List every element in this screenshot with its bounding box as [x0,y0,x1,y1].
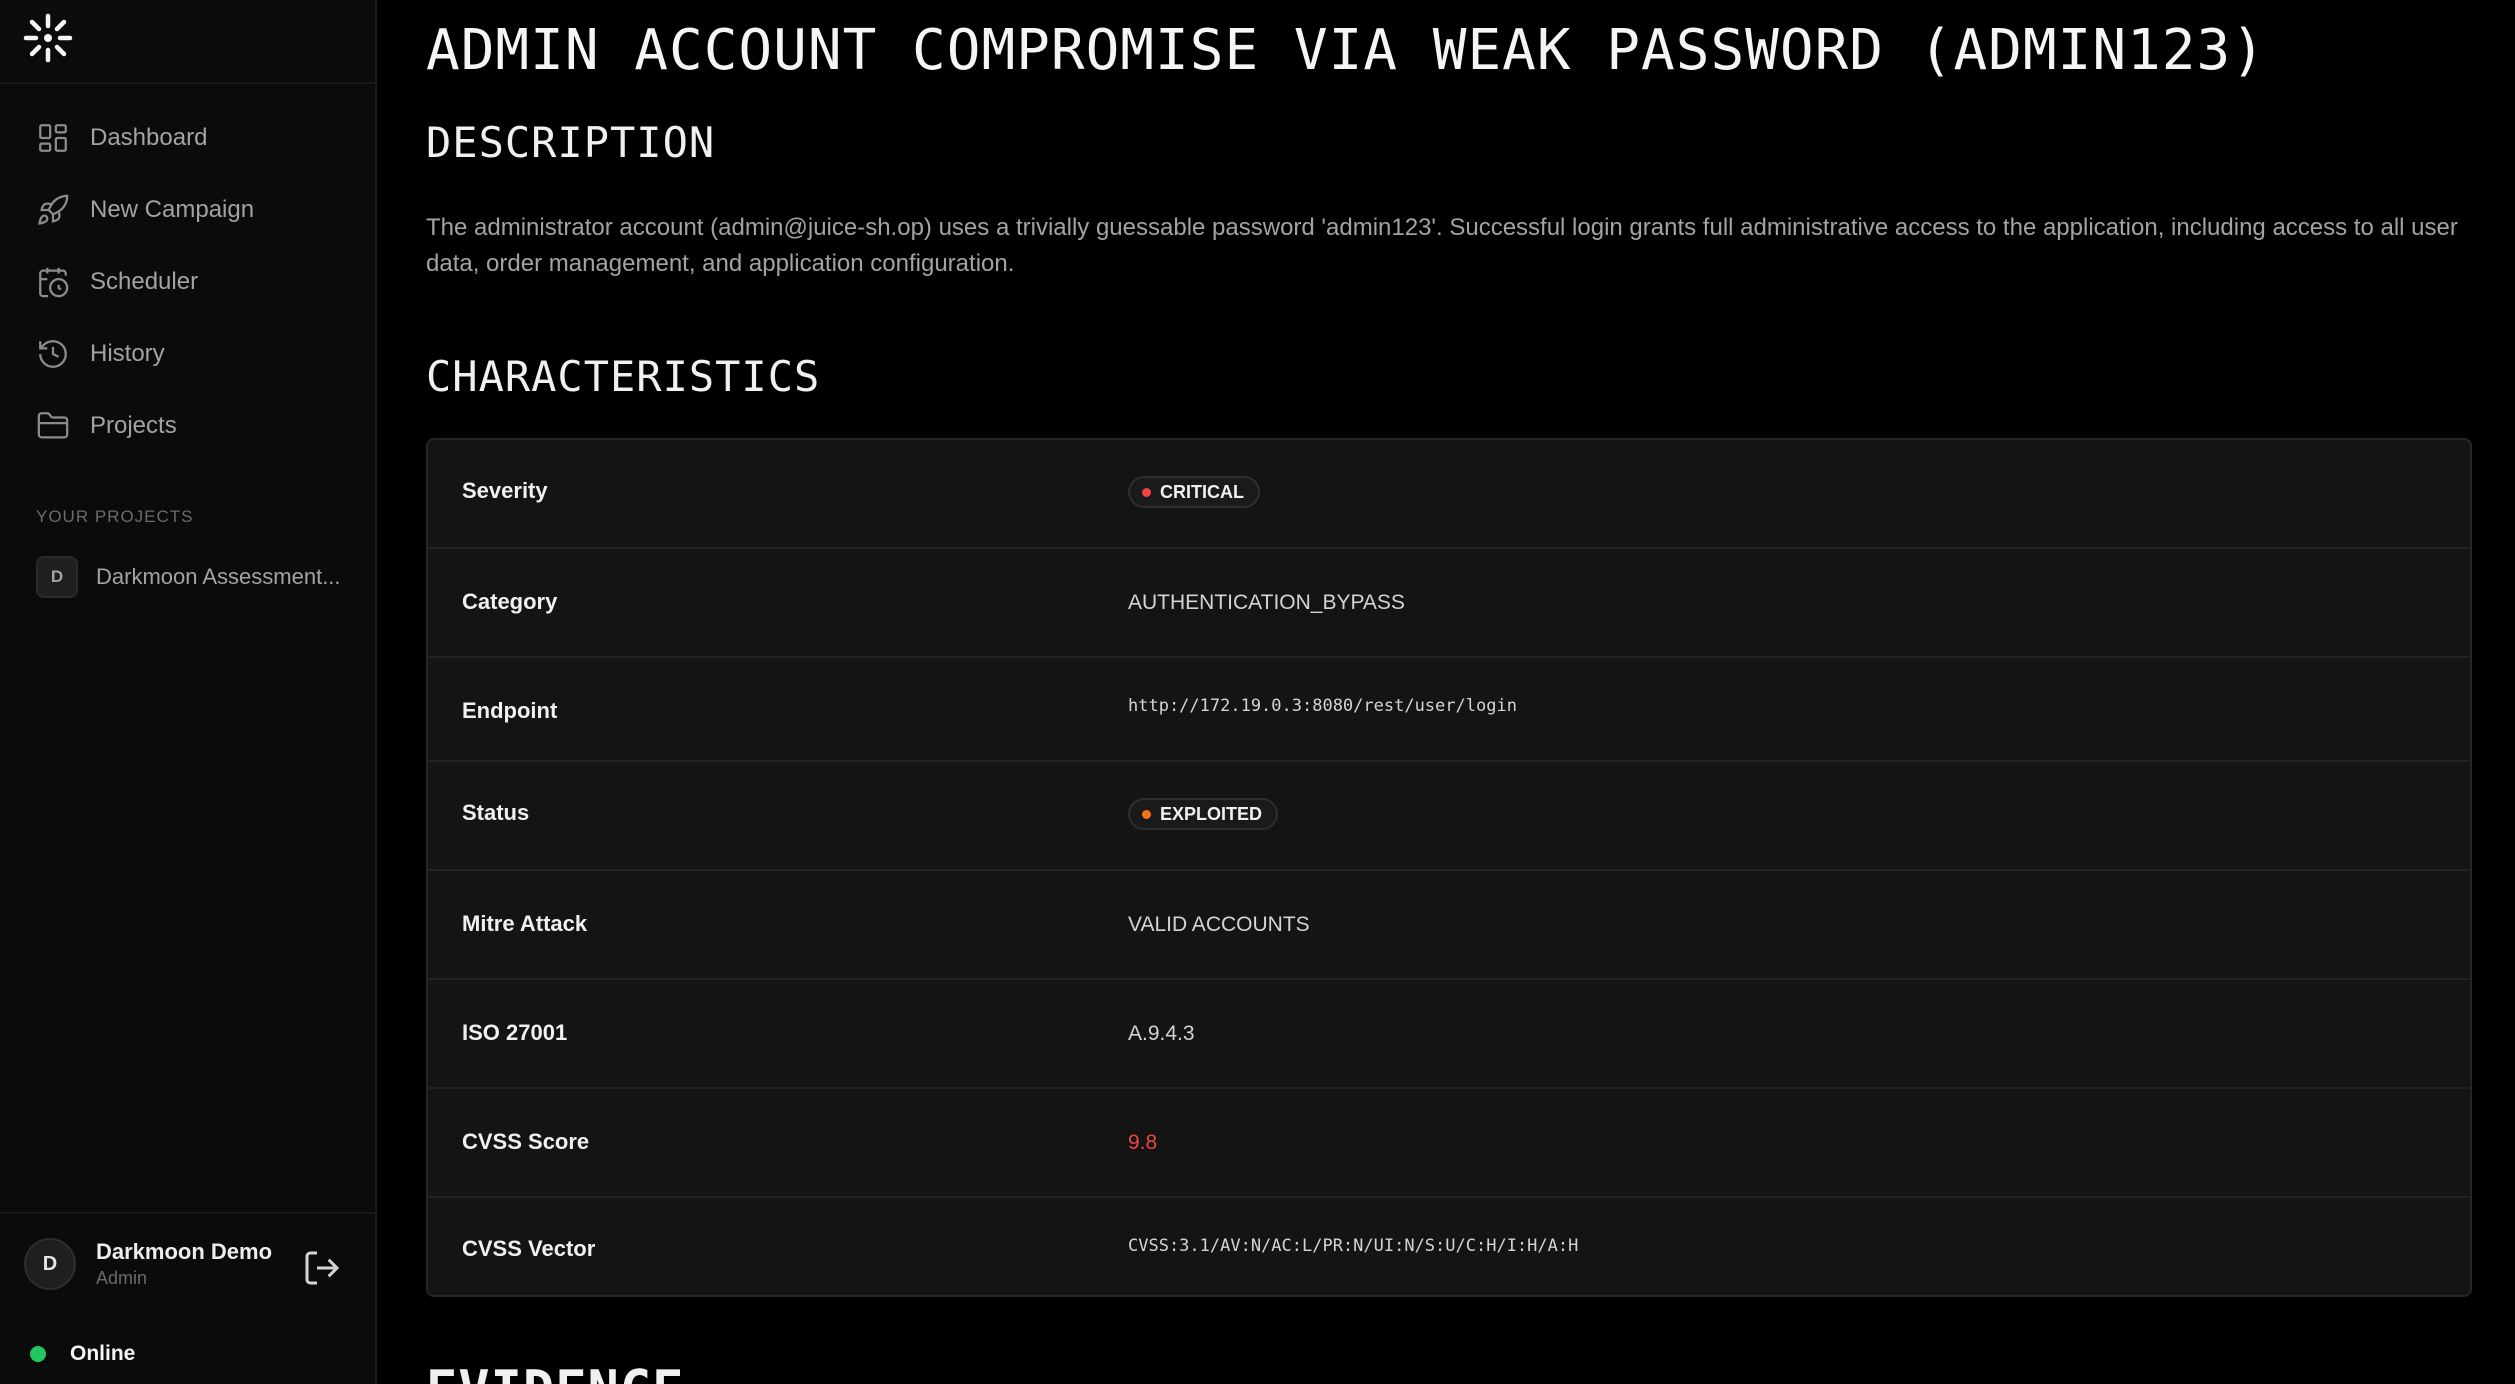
avatar: D [24,1238,76,1290]
status-dot-icon [30,1346,46,1362]
table-row-category: Category AUTHENTICATION_BYPASS [428,549,2470,658]
status-dot-icon [1142,809,1151,819]
row-label: Mitre Attack [462,911,588,936]
divider [0,1212,375,1214]
main-content[interactable]: ADMIN ACCOUNT COMPROMISE VIA WEAK PASSWO… [377,0,2515,1384]
nav-item-label: Scheduler [90,268,199,295]
table-row-endpoint: Endpoint http://172.19.0.3:8080/rest/use… [428,658,2470,762]
divider [0,82,375,84]
nav-item-projects[interactable]: Projects [0,398,375,454]
badge-label: EXPLOITED [1160,803,1263,824]
calendar-clock-icon [36,265,70,299]
project-name: Darkmoon Assessment... [96,564,341,589]
app-window: Dashboard New Campaign Scheduler History [0,0,2515,1384]
category-value: AUTHENTICATION_BYPASS [1128,591,1405,614]
project-item-darkmoon[interactable]: D Darkmoon Assessment... [36,556,341,598]
history-icon [36,337,70,371]
status-badge: EXPLOITED [1128,798,1279,830]
row-label: CVSS Vector [462,1236,596,1261]
description-text: The administrator account (admin@juice-s… [426,214,2458,277]
endpoint-value: http://172.19.0.3:8080/rest/user/login [1128,696,1517,716]
table-row-status: Status EXPLOITED [428,762,2470,871]
status-badge: CRITICAL [1128,476,1260,508]
cvss-vector-value: CVSS:3.1/AV:N/AC:L/PR:N/UI:N/S:U/C:H/I:H… [1128,1236,1579,1256]
user-profile[interactable]: D Darkmoon Demo Admin [24,1238,272,1290]
table-row-cvss-score: CVSS Score 9.8 [428,1089,2470,1198]
folder-icon [36,409,70,443]
nav-item-dashboard[interactable]: Dashboard [0,110,375,166]
badge-label: CRITICAL [1160,481,1244,502]
evidence-heading: EVIDENCE [426,1360,684,1384]
severity-badge: CRITICAL [1128,476,1260,508]
logo-icon[interactable] [22,12,74,64]
user-role: Admin [96,1268,148,1288]
nav-item-new-campaign[interactable]: New Campaign [0,182,375,238]
table-row-mitre: Mitre Attack VALID ACCOUNTS [428,871,2470,980]
sidebar-nav: Dashboard New Campaign Scheduler History [0,110,375,470]
iso-value: A.9.4.3 [1128,1022,1195,1045]
nav-item-label: New Campaign [90,196,255,223]
table-row-severity: Severity CRITICAL [428,440,2470,549]
logout-button[interactable] [302,1248,342,1288]
severity-dot-icon [1142,487,1151,497]
page-title: ADMIN ACCOUNT COMPROMISE VIA WEAK PASSWO… [426,18,2266,83]
row-label: Category [462,589,558,614]
row-label: Severity [462,478,548,503]
row-label: CVSS Score [462,1129,590,1154]
nav-item-scheduler[interactable]: Scheduler [0,254,375,310]
mitre-value: VALID ACCOUNTS [1128,913,1310,936]
nav-item-label: Dashboard [90,124,208,151]
nav-item-history[interactable]: History [0,326,375,382]
connection-status: Online [30,1342,135,1366]
user-name: Darkmoon Demo [96,1239,273,1264]
nav-item-label: Projects [90,412,177,439]
characteristics-heading: CHARACTERISTICS [426,352,821,401]
sidebar: Dashboard New Campaign Scheduler History [0,0,377,1384]
status-text: Online [70,1342,136,1365]
characteristics-table: Severity CRITICAL Category AUTHENTICATIO… [426,438,2472,1297]
your-projects-label: YOUR PROJECTS [36,507,194,526]
table-row-cvss-vector: CVSS Vector CVSS:3.1/AV:N/AC:L/PR:N/UI:N… [428,1198,2470,1295]
project-avatar: D [36,556,78,598]
row-label: ISO 27001 [462,1020,568,1045]
rocket-icon [36,193,70,227]
nav-item-label: History [90,340,165,367]
row-label: Status [462,800,530,825]
cvss-score-value: 9.8 [1128,1131,1158,1154]
status-badge-wrap: EXPLOITED [1128,798,1279,830]
description-heading: DESCRIPTION [426,118,716,167]
dashboard-icon [36,121,70,155]
logout-icon [305,1251,340,1285]
table-row-iso: ISO 27001 A.9.4.3 [428,980,2470,1089]
row-label: Endpoint [462,698,558,723]
